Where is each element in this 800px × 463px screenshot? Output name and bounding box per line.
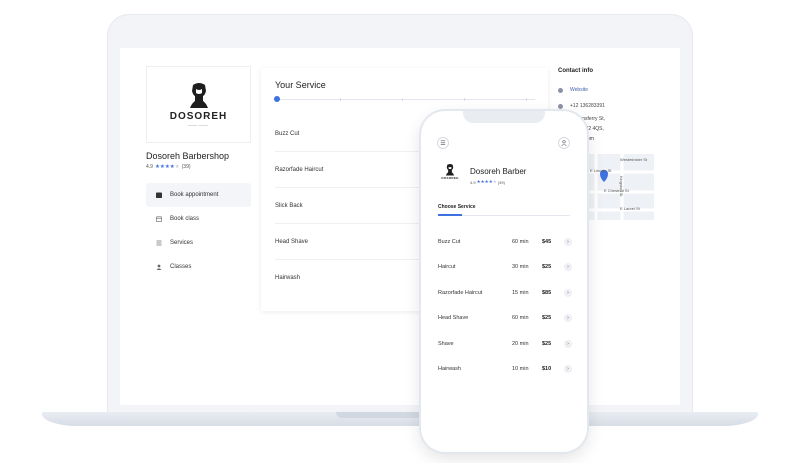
nav-item-classes[interactable]: Classes	[146, 255, 251, 279]
service-price: $10	[542, 366, 552, 372]
review-count: (39)	[497, 179, 505, 185]
service-name: Slick Back	[275, 202, 303, 209]
logo-wordmark: DOSOREH	[169, 110, 228, 122]
service-name: Haircut	[438, 264, 456, 270]
phone-mockup: ☰ DOSOREH Dosoreh Barber 4.9 ★★★★★ (39) …	[421, 111, 587, 452]
phone-number[interactable]: +12 136283391	[570, 103, 605, 109]
service-price: $85	[542, 289, 552, 296]
review-count: (39)	[181, 164, 191, 170]
service-name: Razorfade Haircut	[275, 166, 324, 173]
logo-subtext: ⸻⸻	[187, 122, 210, 128]
service-price: $45	[542, 238, 552, 245]
service-name: Buzz Cut	[438, 238, 461, 245]
nav-label: Book appointment	[170, 192, 219, 198]
service-duration: 20 min	[512, 340, 529, 347]
phone-notch	[463, 111, 545, 123]
map-street-label: E Chestnut St	[604, 188, 629, 193]
map-street-label: Kingston St	[619, 176, 624, 197]
contact-website[interactable]: Website	[558, 82, 668, 98]
laptop-screen: DOSOREH ⸻⸻ Dosoreh Barbershop 4.9 ★★★★★ …	[120, 48, 680, 405]
contact-phone[interactable]: +12 136283391	[558, 98, 668, 114]
barber-head-icon	[445, 163, 455, 176]
user-silhouette-icon	[561, 140, 567, 146]
phone-service-row[interactable]: Buzz Cut 60 min $45 ›	[438, 229, 572, 254]
calendar-icon	[156, 216, 162, 222]
calendar-check-icon	[156, 192, 162, 198]
menu-icon[interactable]: ☰	[437, 137, 449, 149]
phone-service-row[interactable]: Shave 20 min $25 ›	[438, 331, 572, 356]
service-name: Shave	[438, 340, 454, 347]
nav-item-book-appointment[interactable]: Book appointment	[146, 183, 251, 207]
website-link[interactable]: Website	[570, 87, 588, 93]
shop-name: Dosoreh Barbershop	[146, 151, 230, 161]
shop-logo: DOSOREH ⸻⸻	[146, 66, 251, 143]
logo-wordmark: DOSOREH	[441, 176, 459, 180]
nav-label: Services	[170, 240, 194, 246]
phone-icon	[558, 103, 563, 109]
choose-service-label: Choose Service	[438, 204, 476, 210]
service-card-title: Your Service	[275, 80, 326, 90]
map-street-label: E Laurel St	[620, 206, 640, 211]
list-icon	[156, 240, 162, 246]
step-tick	[526, 98, 527, 101]
service-name: Head Shave	[275, 238, 309, 245]
map-street-label: E Lincoln St	[590, 168, 612, 173]
chevron-right-icon[interactable]: ›	[564, 339, 572, 348]
nav-item-book-class[interactable]: Book class	[146, 207, 251, 231]
service-duration: 15 min	[512, 289, 529, 296]
chevron-right-icon[interactable]: ›	[564, 237, 572, 246]
choose-progress-fill	[438, 214, 462, 216]
phone-service-row[interactable]: Razorfade Haircut 15 min $85 ›	[438, 280, 572, 305]
map-street-label: Westminster St	[620, 157, 648, 162]
group-icon	[156, 264, 162, 270]
barber-head-icon	[189, 82, 208, 108]
nav-label: Classes	[170, 264, 192, 270]
chevron-right-icon[interactable]: ›	[564, 263, 572, 271]
service-name: Hairwash	[438, 366, 461, 372]
step-progress-track	[277, 99, 535, 100]
service-duration: 30 min	[512, 264, 529, 270]
service-duration: 60 min	[512, 315, 529, 321]
service-price: $25	[542, 340, 552, 347]
phone-rating: 4.9 ★★★★★ (39)	[470, 179, 505, 185]
service-duration: 10 min	[512, 366, 529, 372]
step-tick	[402, 98, 403, 101]
rating-stars: ★★★★★	[155, 164, 180, 170]
rating-value: 4.9	[146, 164, 153, 170]
phone-shop-logo: DOSOREH	[441, 163, 459, 185]
star-icon: ★	[174, 164, 180, 170]
phone-shop-name: Dosoreh Barber	[470, 167, 527, 176]
service-name: Hairwash	[275, 275, 301, 281]
nav-label: Book class	[170, 216, 200, 222]
service-name: Razorfade Haircut	[438, 289, 483, 296]
service-price: $25	[542, 315, 552, 321]
service-name: Head Shave	[438, 315, 469, 321]
globe-icon	[558, 87, 563, 93]
phone-service-row[interactable]: Hairwash 10 min $10 ›	[438, 357, 572, 382]
step-progress-dot	[274, 96, 280, 102]
shop-rating: 4.9 ★★★★★ (39)	[146, 164, 191, 170]
nav-item-services[interactable]: Services	[146, 231, 251, 255]
sidebar-nav: Book appointment Book class Services Cla…	[146, 183, 251, 279]
service-duration: 60 min	[512, 238, 529, 245]
chevron-right-icon[interactable]: ›	[564, 314, 572, 322]
service-price: $25	[542, 264, 552, 270]
rating-stars: ★★★★★	[477, 179, 497, 185]
step-tick	[464, 98, 465, 101]
contact-title: Contact info	[558, 68, 593, 74]
chevron-right-icon[interactable]: ›	[564, 288, 572, 297]
chevron-right-icon[interactable]: ›	[564, 365, 572, 373]
phone-service-row[interactable]: Haircut 30 min $25 ›	[438, 255, 572, 280]
rating-value: 4.9	[470, 179, 476, 185]
user-icon[interactable]	[558, 137, 570, 149]
phone-service-row[interactable]: Head Shave 60 min $25 ›	[438, 306, 572, 331]
star-icon: ★	[492, 179, 497, 184]
step-tick	[340, 98, 341, 101]
service-name: Buzz Cut	[275, 130, 300, 137]
